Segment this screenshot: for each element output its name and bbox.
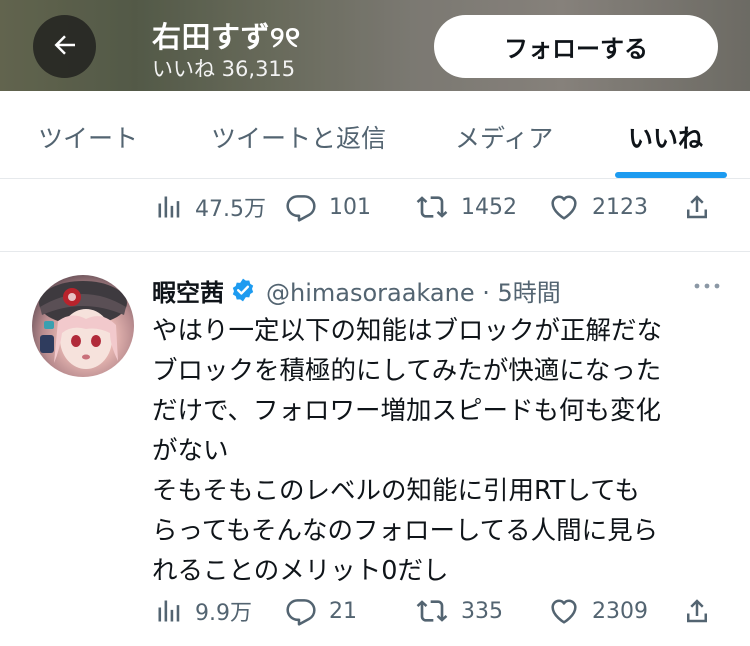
retweet-button[interactable]: 335 [415, 591, 503, 631]
heart-icon [548, 191, 580, 223]
heart-icon [548, 595, 580, 627]
like-button[interactable]: 2123 [548, 187, 648, 227]
tweet-line: そもそもこのレベルの知能に引用RTしても [152, 476, 640, 506]
views-button[interactable]: 47.5万 [155, 187, 266, 227]
views-count: 47.5万 [195, 197, 266, 222]
retweet-icon [415, 595, 449, 627]
tweet-divider [0, 251, 750, 252]
handle-and-time: @himasoraakane · 5時間 [266, 278, 561, 307]
reply-count: 21 [329, 598, 357, 624]
tab-tweets[interactable]: ツイート [38, 119, 138, 155]
display-name[interactable]: 暇空茜 [152, 273, 224, 308]
profile-header: 右田すず୨୧ いいね 36,315 フォローする [0, 0, 750, 91]
tab-media[interactable]: メディア [455, 119, 553, 155]
tweet-line: やはり一定以下の知能はブロックが正解だな [152, 316, 663, 346]
retweet-count: 335 [461, 598, 503, 624]
share-button[interactable] [682, 591, 712, 631]
share-icon [682, 596, 712, 626]
like-button[interactable]: 2309 [548, 591, 648, 631]
tweet-text: やはり一定以下の知能はブロックが正解だな ブロックを積極的にしてみたが快適になっ… [152, 311, 727, 591]
tweet-header: 暇空茜 @himasoraakane · 5時間 [152, 272, 722, 308]
reply-icon [285, 191, 317, 223]
share-icon [682, 192, 712, 222]
retweet-icon [415, 191, 449, 223]
retweet-count: 1452 [461, 194, 517, 220]
reply-button[interactable]: 21 [285, 591, 357, 631]
analytics-icon [155, 597, 183, 625]
profile-tabs: ツイート ツイートと返信 メディア いいね [0, 91, 750, 179]
tweet-actions: 9.9万 21 335 2309 [0, 591, 750, 631]
share-button[interactable] [682, 187, 712, 227]
previous-tweet-actions: 47.5万 101 1452 2123 [0, 187, 750, 227]
like-count: 2309 [592, 598, 648, 624]
follow-button[interactable]: フォローする [434, 15, 718, 78]
more-options-icon[interactable] [692, 278, 722, 297]
reply-button[interactable]: 101 [285, 187, 371, 227]
reply-icon [285, 595, 317, 627]
analytics-icon [155, 193, 183, 221]
profile-name: 右田すず୨୧ [152, 20, 301, 54]
arrow-left-icon [50, 30, 80, 64]
tweet-line: だけで、フォロワー増加スピードも何も変化 [152, 396, 661, 426]
reply-count: 101 [329, 194, 371, 220]
tweet-line: れることのメリット0だし [152, 556, 449, 586]
views-button[interactable]: 9.9万 [155, 591, 252, 631]
active-tab-indicator [615, 172, 727, 178]
likes-count: いいね 36,315 [152, 57, 296, 81]
back-button[interactable] [33, 15, 96, 78]
verified-badge-icon [230, 277, 256, 303]
tweet-line: ブロックを積極的にしてみたが快適になった [152, 356, 662, 386]
tweet-line: らってもそんなのフォローしてる人間に見ら [152, 516, 659, 546]
tweet-line: がない [152, 436, 229, 466]
avatar[interactable] [32, 275, 134, 377]
like-count: 2123 [592, 194, 648, 220]
retweet-button[interactable]: 1452 [415, 187, 517, 227]
tab-likes[interactable]: いいね [628, 119, 703, 155]
tab-tweets-and-replies[interactable]: ツイートと返信 [211, 119, 386, 155]
views-count: 9.9万 [195, 601, 252, 626]
